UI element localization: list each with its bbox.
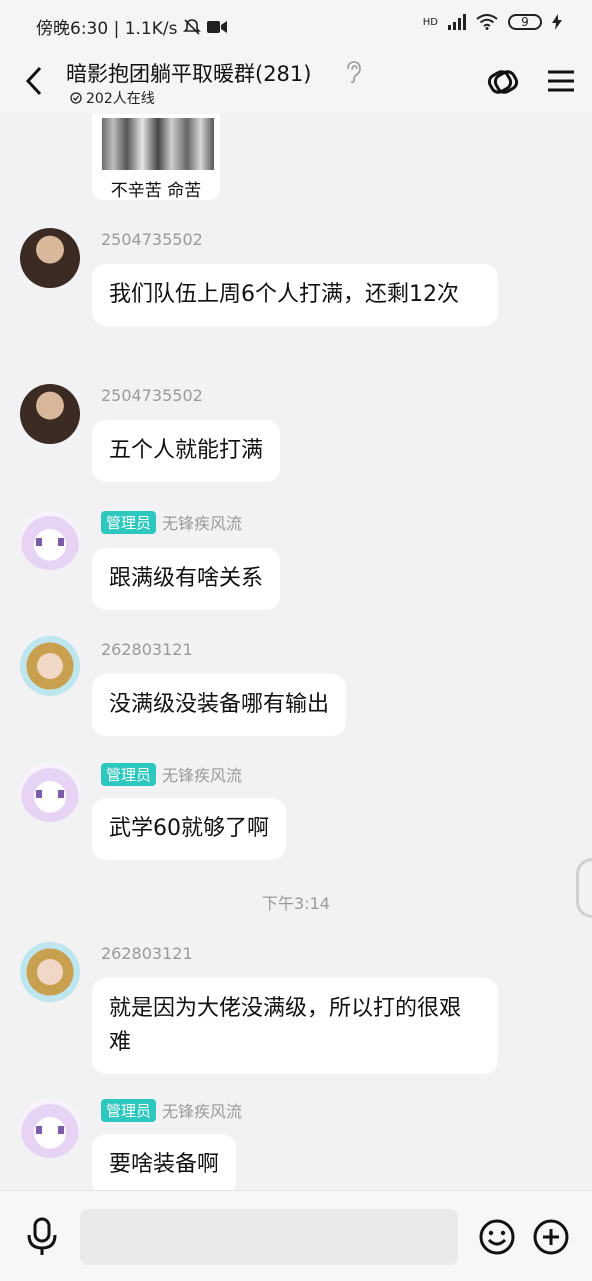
plus-circle-icon (533, 1219, 569, 1255)
avatar[interactable] (20, 384, 80, 444)
sender-name[interactable]: 2504735502 (101, 386, 203, 405)
signal-icon (448, 14, 466, 30)
avatar[interactable] (20, 1098, 80, 1158)
sender-row: 2504735502 (101, 230, 203, 249)
sender-row: 管理员 无锋疾风流 (101, 510, 242, 534)
message-input[interactable] (80, 1209, 458, 1265)
sender-name[interactable]: 无锋疾风流 (162, 1098, 242, 1122)
video-icon (207, 20, 228, 33)
message-bubble[interactable]: 要啥装备啊 (92, 1134, 237, 1190)
message-bubble[interactable]: 没满级没装备哪有输出 (92, 674, 347, 736)
sender-name[interactable]: 无锋疾风流 (162, 510, 242, 534)
online-count: 202人在线 (70, 88, 155, 108)
voice-button[interactable] (24, 1217, 60, 1257)
meme-image (102, 118, 214, 170)
admin-badge: 管理员 (101, 762, 157, 786)
admin-badge: 管理员 (101, 1098, 157, 1122)
sender-name[interactable]: 262803121 (101, 640, 193, 659)
sender-name[interactable]: 262803121 (101, 944, 193, 963)
avatar[interactable] (20, 636, 80, 696)
link-game-icon (487, 70, 519, 94)
sender-row: 管理员 无锋疾风流 (101, 762, 242, 786)
battery-level: 9 (521, 15, 529, 29)
sender-row: 262803121 (101, 944, 193, 963)
sender-row: 管理员 无锋疾风流 (101, 1098, 242, 1122)
message-bubble[interactable]: 跟满级有啥关系 (92, 548, 281, 610)
status-right: HD 9 (423, 14, 562, 30)
message-bubble[interactable]: 五个人就能打满 (92, 420, 281, 482)
online-check-icon (70, 92, 82, 104)
bell-off-icon (183, 18, 202, 35)
menu-icon (548, 70, 574, 92)
timestamp: 下午3:14 (262, 894, 330, 913)
avatar[interactable] (20, 228, 80, 288)
more-button[interactable] (532, 1218, 570, 1256)
microphone-icon (27, 1217, 57, 1255)
sender-name[interactable]: 2504735502 (101, 230, 203, 249)
battery-icon: 9 (508, 14, 542, 30)
smiley-icon (479, 1219, 515, 1255)
chat-area[interactable]: 不辛苦 命苦 2504735502 我们队伍上周6个人打满，还剩12次 2504… (0, 114, 592, 1190)
scroll-handle[interactable] (576, 858, 592, 918)
sender-row: 2504735502 (101, 386, 203, 405)
avatar[interactable] (20, 762, 80, 822)
ear-icon[interactable] (344, 60, 364, 84)
status-left: 傍晚6:30 | 1.1K/s (36, 14, 228, 39)
menu-button[interactable] (546, 64, 584, 98)
emoji-button[interactable] (478, 1218, 516, 1256)
image-message[interactable]: 不辛苦 命苦 (92, 114, 220, 201)
avatar[interactable] (20, 942, 80, 1002)
chevron-left-icon (25, 66, 42, 96)
chat-header: 暗影抱团躺平取暖群(281) 202人在线 (0, 52, 592, 114)
wifi-icon (476, 14, 498, 30)
admin-badge: 管理员 (101, 510, 157, 534)
group-game-button[interactable] (484, 64, 522, 98)
charging-icon (552, 14, 562, 30)
sender-name[interactable]: 无锋疾风流 (162, 762, 242, 786)
message-bubble[interactable]: 就是因为大佬没满级，所以打的很艰难 (92, 978, 498, 1074)
input-bar (0, 1190, 592, 1281)
online-label: 202人在线 (86, 91, 155, 107)
status-bar: 傍晚6:30 | 1.1K/s HD 9 (0, 0, 592, 52)
group-title[interactable]: 暗影抱团躺平取暖群(281) (66, 58, 311, 88)
avatar[interactable] (20, 510, 80, 570)
back-button[interactable] (22, 64, 50, 98)
status-time: 傍晚6:30 | 1.1K/s (36, 19, 178, 39)
sender-row: 262803121 (101, 640, 193, 659)
hd-label: HD (422, 16, 438, 28)
meme-caption: 不辛苦 命苦 (110, 181, 202, 201)
message-bubble[interactable]: 武学60就够了啊 (92, 798, 286, 860)
message-bubble[interactable]: 我们队伍上周6个人打满，还剩12次 (92, 264, 498, 326)
